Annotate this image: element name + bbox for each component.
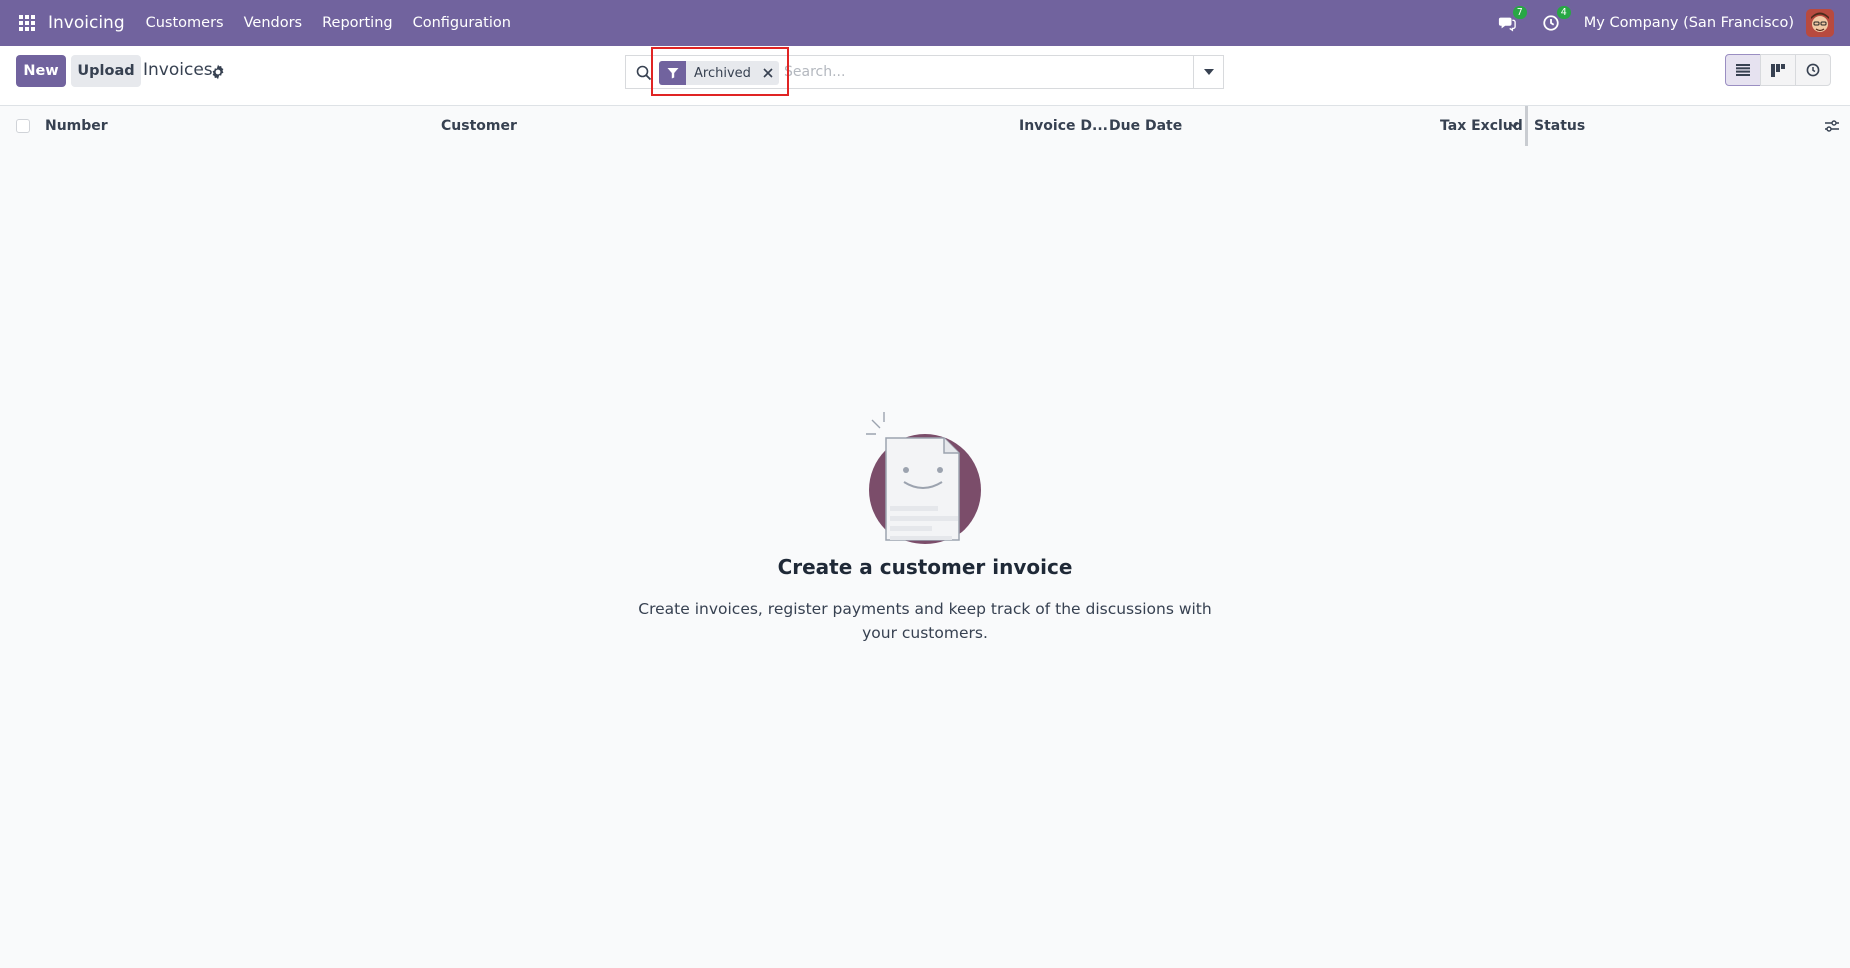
- kanban-view-icon: [1771, 63, 1785, 77]
- menu-configuration[interactable]: Configuration: [413, 15, 511, 31]
- empty-state-title: Create a customer invoice: [777, 555, 1073, 579]
- filter-facet: Archived: [659, 61, 779, 85]
- user-avatar[interactable]: [1806, 9, 1834, 37]
- page-title: Invoices: [143, 60, 213, 80]
- column-status[interactable]: Status: [1534, 118, 1585, 134]
- messages-badge: 7: [1512, 6, 1527, 19]
- search-icon: [636, 65, 652, 81]
- company-switcher[interactable]: My Company (San Francisco): [1584, 15, 1794, 31]
- list-view-icon: [1736, 64, 1750, 76]
- menu-reporting[interactable]: Reporting: [322, 15, 393, 31]
- clock-icon: [1543, 15, 1559, 31]
- activities-button[interactable]: 4: [1540, 6, 1571, 34]
- column-invoice-date[interactable]: Invoice D...: [1019, 118, 1108, 134]
- app-menu-icon[interactable]: [19, 14, 36, 32]
- select-all-checkbox[interactable]: [16, 119, 30, 133]
- optional-columns-icon[interactable]: [1824, 118, 1840, 134]
- messages-button[interactable]: 7: [1496, 6, 1527, 34]
- activity-view-button[interactable]: [1795, 54, 1831, 86]
- caret-down-icon: [1203, 69, 1214, 75]
- filter-icon: [659, 61, 686, 85]
- list-view-button[interactable]: [1725, 54, 1761, 86]
- control-panel: New Upload Invoices Archived: [0, 46, 1850, 106]
- column-resize-handle[interactable]: [1525, 106, 1528, 146]
- top-navbar: Invoicing Customers Vendors Reporting Co…: [0, 0, 1850, 46]
- search-options-toggle[interactable]: [1193, 56, 1223, 88]
- list-header: Number Customer Invoice D... Due Date Ta…: [0, 106, 1850, 146]
- avatar-image: [1806, 9, 1834, 37]
- column-customer[interactable]: Customer: [441, 118, 517, 134]
- upload-button[interactable]: Upload: [71, 55, 141, 87]
- new-button[interactable]: New: [16, 55, 66, 87]
- sort-chevron-icon[interactable]: [1509, 120, 1519, 130]
- gear-icon[interactable]: [210, 64, 226, 80]
- empty-invoice-illustration: [866, 412, 981, 550]
- column-number[interactable]: Number: [45, 118, 108, 134]
- view-switcher: [1725, 54, 1831, 86]
- menu-customers[interactable]: Customers: [146, 15, 224, 31]
- facet-label: Archived: [694, 65, 751, 81]
- activity-view-icon: [1806, 63, 1820, 77]
- menu-vendors[interactable]: Vendors: [244, 15, 303, 31]
- app-brand[interactable]: Invoicing: [48, 13, 125, 33]
- activities-badge: 4: [1556, 6, 1571, 19]
- chat-icon: [1498, 17, 1516, 32]
- systray: 7 4 My Company (San Francisco): [1496, 0, 1850, 46]
- close-icon[interactable]: [761, 66, 775, 80]
- kanban-view-button[interactable]: [1760, 54, 1796, 86]
- search-bar: Archived: [625, 55, 1224, 89]
- column-due-date[interactable]: Due Date: [1109, 118, 1182, 134]
- empty-state-text: Create invoices, register payments and k…: [638, 600, 1212, 642]
- search-input[interactable]: [784, 60, 1174, 84]
